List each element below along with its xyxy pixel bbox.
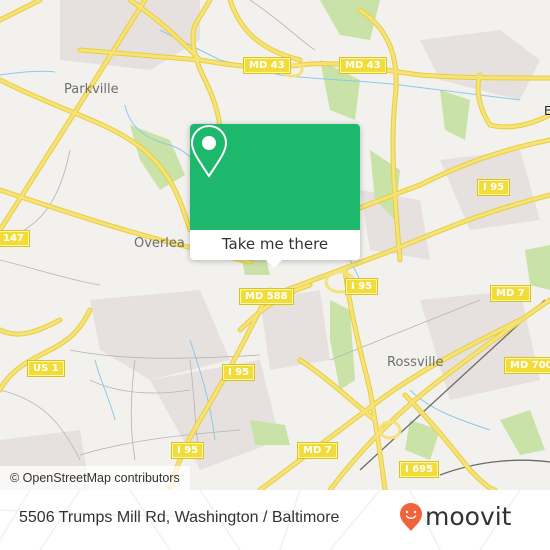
popup-pointer [266,260,282,268]
place-label-partial: E [544,104,550,118]
road-shield-md588: MD 588 [239,288,294,305]
moovit-wordmark: moovit [425,502,512,531]
road-shield-i95: I 95 [476,179,511,196]
address-text: 5506 Trumps Mill Rd, Washington / Baltim… [19,509,340,526]
destination-popup: Take me there [190,124,360,268]
road-shield-md43: MD 43 [339,57,387,74]
road-shield-md7: MD 7 [297,442,338,459]
road-shield-147: 147 [0,230,30,247]
moovit-logo[interactable]: moovit [399,502,512,532]
popup-header [190,124,360,230]
map-canvas[interactable]: Parkville Overlea Rossville E MD 43 MD 4… [0,0,550,490]
road-shield-i95: I 95 [170,442,205,459]
road-shield-md700: MD 700 [504,357,550,374]
road-shield-us1: US 1 [27,360,65,377]
take-me-there-button[interactable]: Take me there [190,230,360,260]
place-label-overlea: Overlea [134,236,185,251]
place-label-rossville: Rossville [387,355,444,370]
road-shield-i695: I 695 [398,461,440,478]
place-label-parkville: Parkville [64,82,119,97]
road-shield-i95: I 95 [344,278,379,295]
map-pin-icon [190,124,228,178]
road-shield-i95: I 95 [221,364,256,381]
map-attribution[interactable]: © OpenStreetMap contributors [0,466,190,490]
road-shield-md7: MD 7 [490,285,531,302]
footer-bar: 5506 Trumps Mill Rd, Washington / Baltim… [0,490,550,550]
moovit-pin-icon [400,503,422,531]
road-shield-md43: MD 43 [243,57,291,74]
